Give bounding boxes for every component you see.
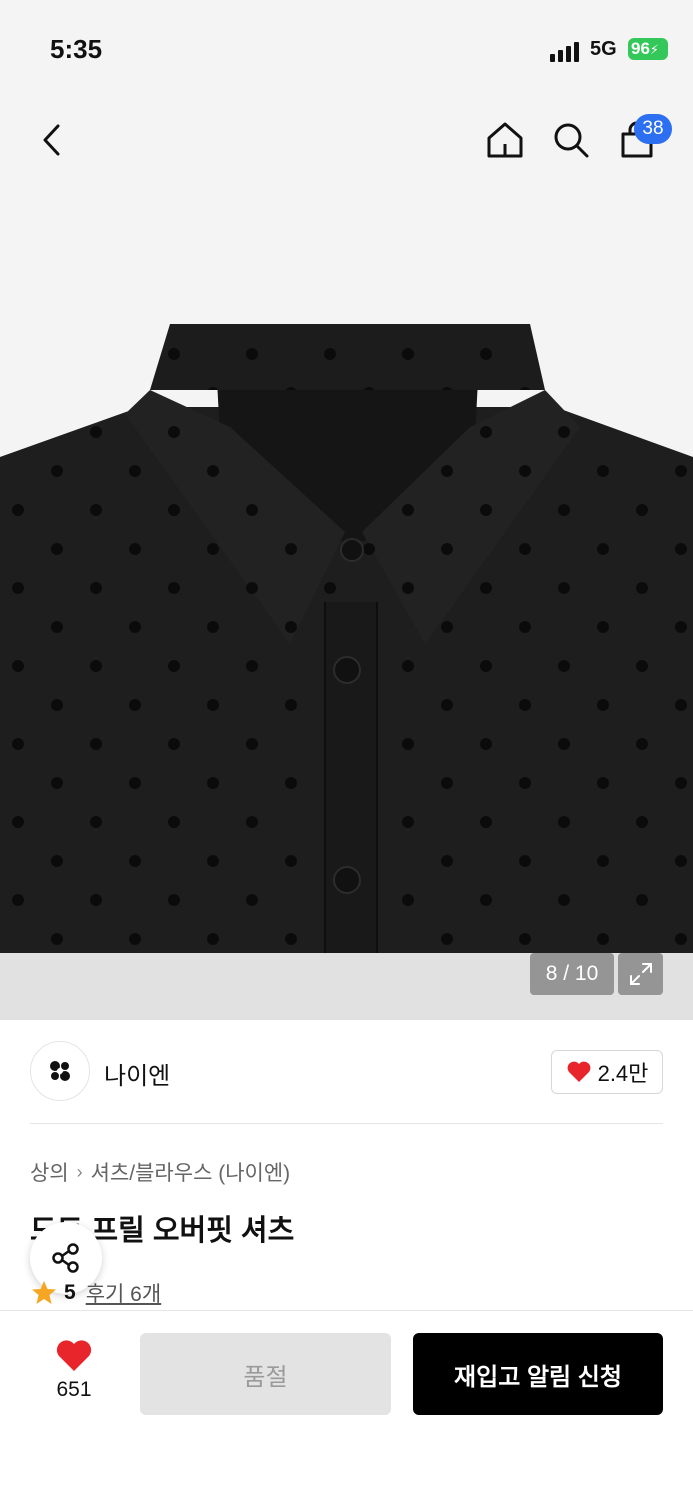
brand-row: 나이엔 2.4만 [30, 1040, 663, 1102]
black-dot-shirt-image [0, 324, 693, 953]
search-icon[interactable] [546, 115, 596, 165]
chevron-left-icon[interactable] [27, 115, 77, 165]
breadcrumb: 상의 › 셔츠/블라우스 (나이엔) [30, 1157, 290, 1187]
expand-icon[interactable] [618, 953, 663, 995]
network-label: 5G [590, 38, 617, 60]
wish-count: 651 [56, 1378, 92, 1401]
battery-icon: 96⚡ [628, 38, 668, 60]
rating-row: 5 후기 6개 [30, 1278, 161, 1308]
divider [30, 1123, 663, 1124]
battery-level: 96 [631, 39, 650, 58]
brand-logo-icon[interactable] [30, 1041, 90, 1101]
rating-value: 5 [64, 1281, 76, 1304]
status-bar: 5:35 5G 96⚡ [0, 0, 693, 100]
top-nav [0, 100, 693, 182]
brand-like-count: 2.4만 [597, 1061, 649, 1086]
image-counter: 8 / 10 [530, 953, 614, 995]
breadcrumb-item-1[interactable]: 상의 [30, 1157, 69, 1187]
chevron-right-icon: › [76, 1161, 83, 1182]
heart-icon [567, 1061, 590, 1082]
star-icon [32, 1281, 56, 1304]
brand-name[interactable]: 나이엔 [104, 1056, 170, 1091]
breadcrumb-item-2[interactable]: 셔츠/블라우스 (나이엔) [91, 1157, 291, 1187]
brand-like-button[interactable]: 2.4만 [551, 1050, 663, 1094]
heart-icon [56, 1340, 92, 1371]
review-link[interactable]: 후기 6개 [86, 1278, 161, 1308]
share-icon [52, 1243, 79, 1273]
wish-button[interactable]: 651 [40, 1338, 108, 1410]
restock-alert-button[interactable]: 재입고 알림 신청 [413, 1333, 663, 1415]
product-image[interactable] [0, 182, 693, 953]
signal-icon [550, 40, 584, 62]
soldout-button[interactable]: 품절 [140, 1333, 391, 1415]
status-time: 5:35 [50, 34, 103, 64]
home-icon[interactable] [480, 115, 530, 165]
cart-count-badge: 38 [634, 114, 672, 144]
